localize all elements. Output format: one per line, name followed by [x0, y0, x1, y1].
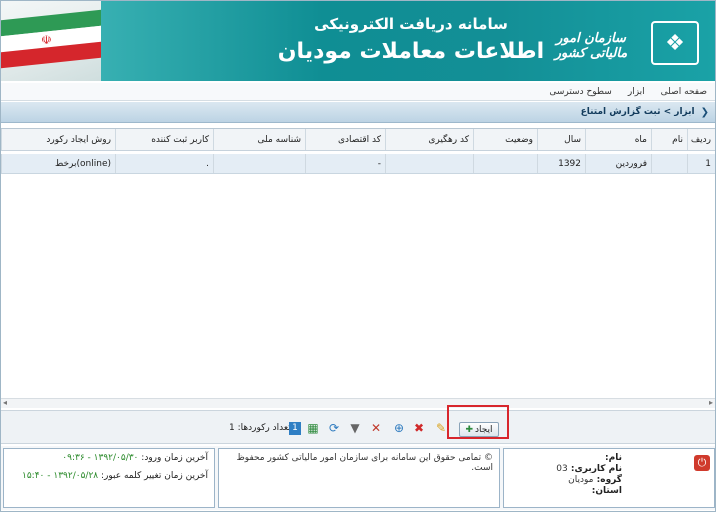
iran-flag-icon: ☫	[1, 1, 101, 81]
records-grid: ردیف نام ماه سال وضعیت کد رهگیری کد اقتص…	[1, 128, 715, 398]
grid-toolbar: تعداد رکوردها: 1 1 ▦ ⟳ ▼ ✕ ⊕ ✖ ✎ ایجاد ✚	[1, 410, 715, 444]
grid-header: ردیف نام ماه سال وضعیت کد رهگیری کد اقتص…	[1, 129, 715, 151]
horizontal-scrollbar[interactable]: ◂ ▸	[1, 398, 715, 408]
session-info-box: آخرین زمان ورود: ۱۳۹۲/۰۵/۳۰ - ۰۹:۳۶ آخری…	[3, 448, 215, 508]
chevron-left-icon[interactable]: ❮	[701, 107, 709, 118]
excel-export-icon[interactable]: ▦	[305, 421, 321, 436]
scroll-left-icon[interactable]: ◂	[3, 398, 7, 407]
cell-national-id	[213, 154, 305, 173]
clear-filter-icon[interactable]: ✕	[368, 421, 384, 436]
column-header-name[interactable]: نام	[651, 129, 687, 150]
emblem-icon: ❖	[651, 21, 699, 65]
last-password-change-value: ۱۳۹۲/۰۵/۲۸ - ۱۵:۴۰	[22, 471, 99, 481]
cell-tracking-code	[385, 154, 473, 173]
group-value: مودیان	[568, 475, 594, 485]
column-header-national-id[interactable]: شناسه ملی	[213, 129, 305, 150]
copyright-text: © تمامی حقوق این سامانه برای سازمان امور…	[236, 453, 493, 473]
cell-name	[651, 154, 687, 173]
delete-icon[interactable]: ✖	[411, 421, 427, 436]
logout-power-icon[interactable]: ⏻	[694, 455, 710, 471]
add-icon[interactable]: ⊕	[391, 421, 407, 436]
column-header-tracking-code[interactable]: کد رهگیری	[385, 129, 473, 150]
column-header-row-number[interactable]: ردیف	[687, 129, 715, 150]
column-header-economic-code[interactable]: کد اقتصادی	[305, 129, 385, 150]
system-title: سامانه دریافت الکترونیکی	[314, 15, 508, 33]
last-password-change-label: آخرین زمان تغییر کلمه عبور:	[101, 471, 208, 481]
breadcrumb: ابزار > ثبت گزارش امتناع	[580, 107, 695, 117]
name-label: نام:	[605, 453, 622, 463]
cell-row-number: 1	[687, 154, 715, 173]
header-banner: ☫ سامانه دریافت الکترونیکی اطلاعات معامل…	[1, 1, 715, 81]
column-header-status[interactable]: وضعیت	[473, 129, 537, 150]
column-header-year[interactable]: سال	[537, 129, 585, 150]
system-subtitle: اطلاعات معاملات مودیان	[277, 39, 545, 64]
refresh-icon[interactable]: ⟳	[326, 421, 342, 436]
record-count: تعداد رکوردها: 1	[229, 423, 291, 433]
table-row[interactable]: 1 فروردین 1392 - . (online)برخط	[1, 154, 715, 174]
group-label: گروه:	[596, 475, 622, 485]
cell-economic-code: -	[305, 154, 385, 173]
create-button-highlight	[447, 405, 509, 439]
copyright-box: © تمامی حقوق این سامانه برای سازمان امور…	[218, 448, 500, 508]
cell-registering-user: .	[115, 154, 213, 173]
cell-month: فروردین	[585, 154, 651, 173]
user-info-box: نام: نام کاربری: 03 گروه: مودیان استان: …	[503, 448, 715, 508]
username-value: 03	[556, 464, 568, 474]
column-header-registering-user[interactable]: کاربر ثبت کننده	[115, 129, 213, 150]
menu-item-access-levels[interactable]: سطوح دسترسی	[549, 87, 612, 97]
province-label: استان:	[591, 486, 622, 496]
top-menu: صفحه اصلی ابزار سطوح دسترسی	[1, 83, 715, 101]
footer: آخرین زمان ورود: ۱۳۹۲/۰۵/۳۰ - ۰۹:۳۶ آخری…	[1, 446, 715, 510]
menu-item-tools[interactable]: ابزار	[628, 87, 645, 97]
column-header-month[interactable]: ماه	[585, 129, 651, 150]
cell-year: 1392	[537, 154, 585, 173]
last-login-label: آخرین زمان ورود:	[141, 453, 208, 463]
organization-name: سازمان امور مالیاتی کشور	[554, 31, 628, 61]
cell-creation-method: (online)برخط	[1, 154, 115, 173]
username-label: نام کاربری:	[570, 464, 622, 474]
last-login-value: ۱۳۹۲/۰۵/۳۰ - ۰۹:۳۶	[62, 453, 139, 463]
breadcrumb-bar: ❮ ابزار > ثبت گزارش امتناع	[1, 102, 715, 123]
cell-status	[473, 154, 537, 173]
page-number[interactable]: 1	[289, 422, 301, 435]
filter-icon[interactable]: ▼	[347, 421, 363, 436]
column-header-creation-method[interactable]: روش ایجاد رکورد	[1, 129, 115, 150]
scroll-right-icon[interactable]: ▸	[709, 398, 713, 407]
menu-item-home[interactable]: صفحه اصلی	[661, 87, 707, 97]
